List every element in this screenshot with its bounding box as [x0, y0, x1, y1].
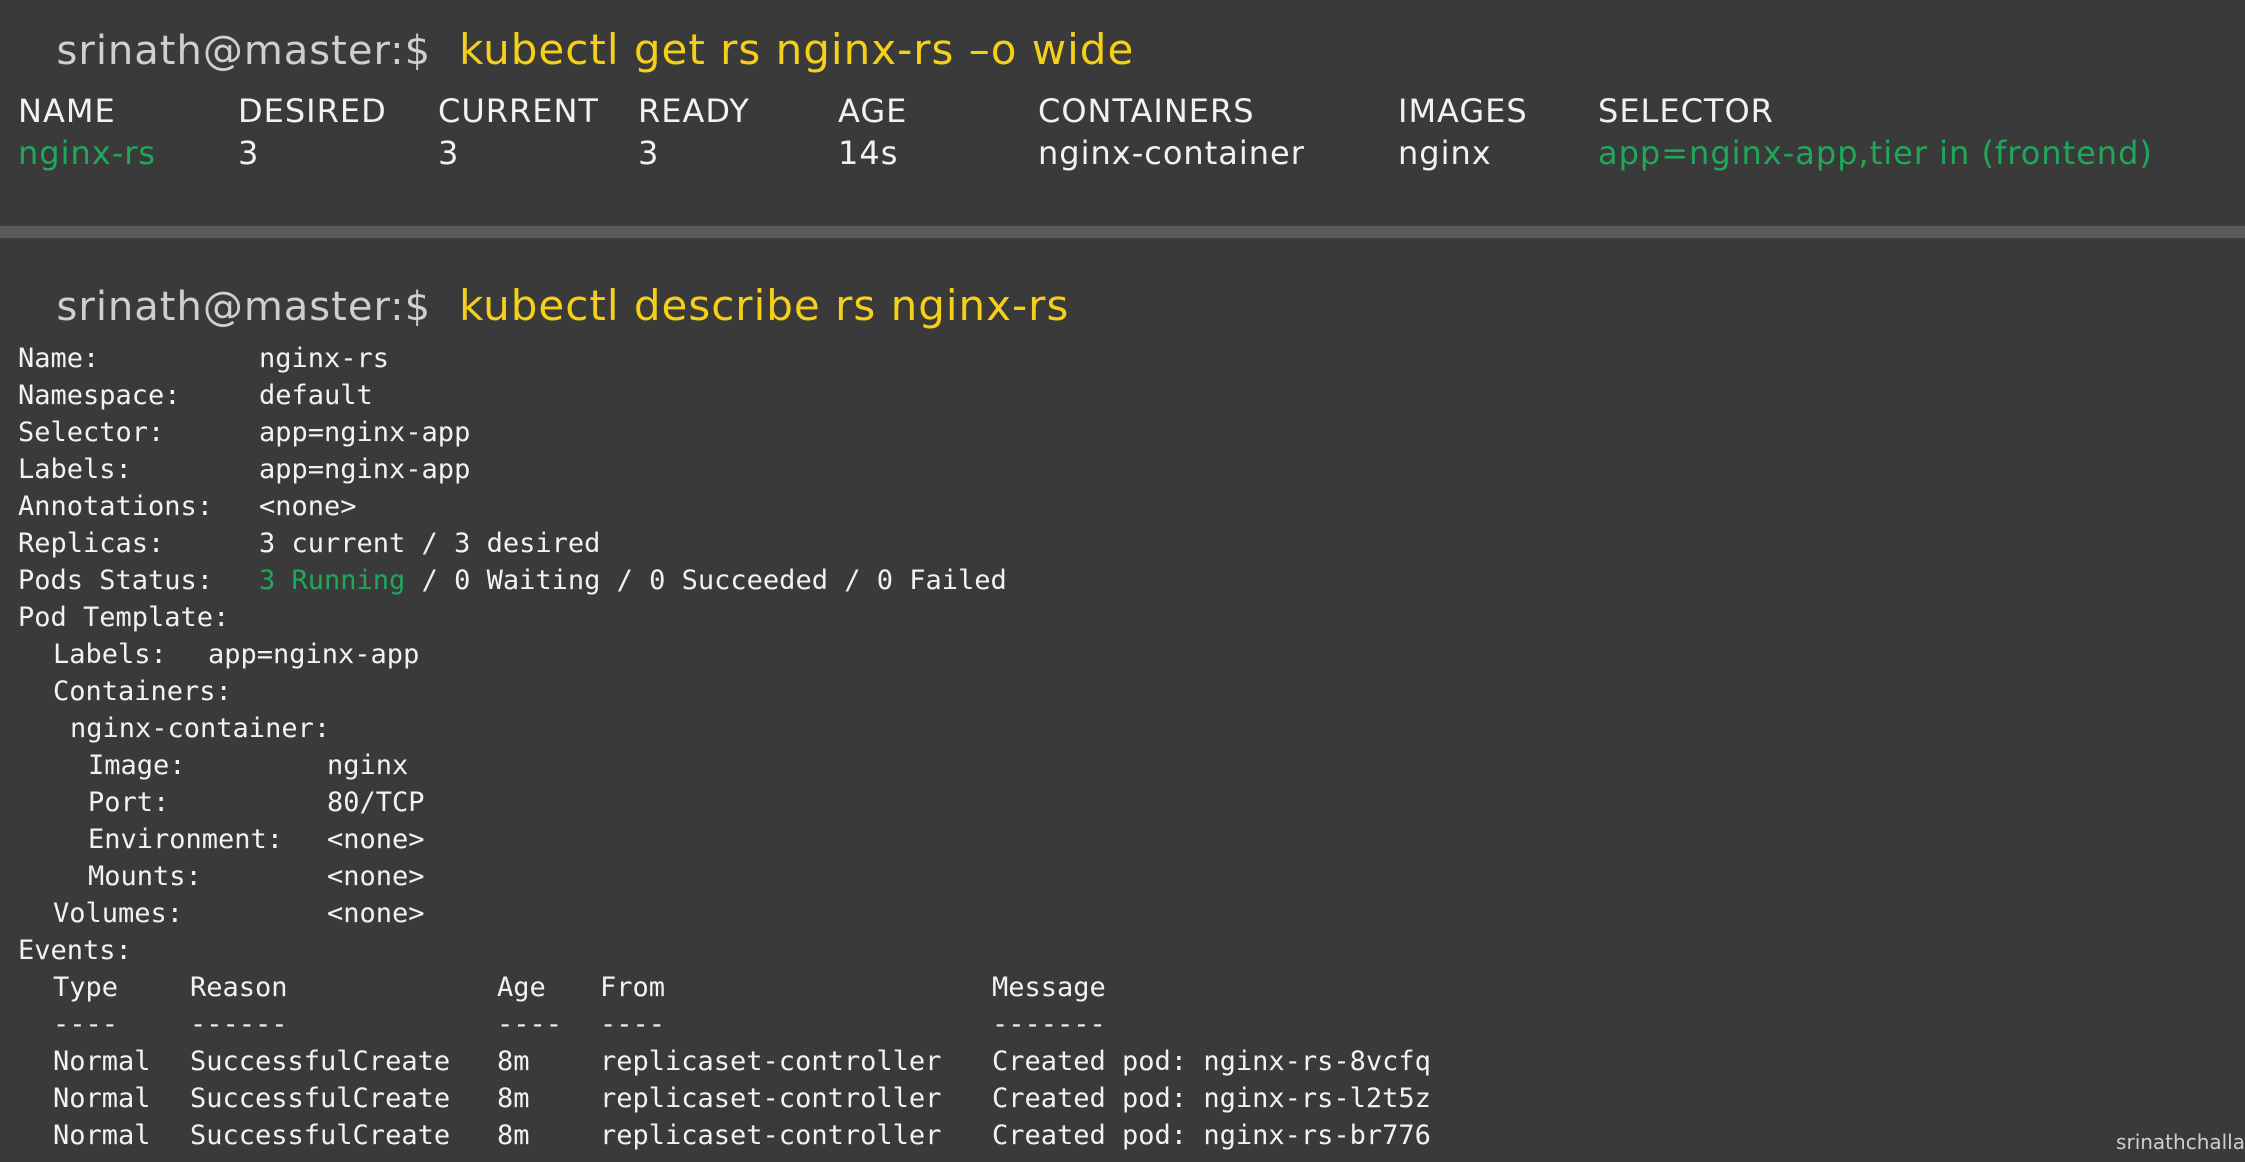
field-replicas-value: 3 current / 3 desired — [259, 528, 601, 559]
events-dash-from: ---- — [600, 1009, 666, 1040]
get-command: kubectl get rs nginx-rs –o wide — [459, 25, 1135, 74]
event-row-1-message: Created pod: nginx-rs-8vcfq — [992, 1046, 1431, 1077]
events-header-age: Age — [497, 972, 546, 1003]
events-dash-type: ---- — [53, 1009, 119, 1040]
describe-rs-panel: srinath@master:$ kubectl describe rs ngin… — [0, 238, 2245, 1162]
field-labels-value: app=nginx-app — [259, 454, 471, 485]
event-row-1-type: Normal — [53, 1046, 151, 1077]
field-selector-value: app=nginx-app — [259, 417, 471, 448]
event-row-3-reason: SuccessfulCreate — [190, 1120, 451, 1151]
field-namespace-value: default — [259, 380, 373, 411]
event-row-1-age: 8m — [497, 1046, 530, 1077]
event-row-1-reason: SuccessfulCreate — [190, 1046, 451, 1077]
describe-command: kubectl describe rs nginx-rs — [459, 281, 1070, 330]
col-header-ready: READY — [638, 92, 750, 130]
template-volumes-key: Volumes: — [53, 898, 184, 929]
field-pod-template-key: Pod Template: — [18, 602, 230, 633]
field-name-key: Name: — [18, 343, 100, 374]
events-dash-message: ------- — [992, 1009, 1106, 1040]
container-mounts-key: Mounts: — [88, 861, 202, 892]
rs-images: nginx — [1398, 134, 1492, 172]
rs-desired: 3 — [238, 134, 260, 172]
container-port-key: Port: — [88, 787, 170, 818]
event-row-3-type: Normal — [53, 1120, 151, 1151]
col-header-desired: DESIRED — [238, 92, 387, 130]
field-namespace-key: Namespace: — [18, 380, 181, 411]
events-dash-age: ---- — [497, 1009, 563, 1040]
event-row-3-message: Created pod: nginx-rs-br776 — [992, 1120, 1431, 1151]
event-row-2-message: Created pod: nginx-rs-l2t5z — [992, 1083, 1431, 1114]
pods-other-status: / 0 Waiting / 0 Succeeded / 0 Failed — [405, 565, 1007, 596]
rs-selector: app=nginx-app,tier in (frontend) — [1598, 134, 2153, 172]
template-labels-key: Labels: — [53, 639, 167, 670]
container-port-value: 80/TCP — [327, 787, 425, 818]
events-key: Events: — [18, 935, 132, 966]
get-rs-panel: srinath@master:$ kubectl get rs nginx-rs … — [0, 0, 2245, 226]
event-row-2-age: 8m — [497, 1083, 530, 1114]
rs-name: nginx-rs — [18, 134, 157, 172]
rs-current: 3 — [438, 134, 460, 172]
container-image-value: nginx — [327, 750, 409, 781]
events-header-from: From — [600, 972, 666, 1003]
rs-containers: nginx-container — [1038, 134, 1305, 172]
panel-divider — [0, 226, 2245, 238]
watermark: srinathchalla — [2116, 1130, 2245, 1154]
field-selector-key: Selector: — [18, 417, 165, 448]
container-environment-key: Environment: — [88, 824, 284, 855]
container-mounts-value: <none> — [327, 861, 425, 892]
events-dash-reason: ------ — [190, 1009, 288, 1040]
template-containers-key: Containers: — [53, 676, 232, 707]
template-volumes-value: <none> — [327, 898, 425, 929]
describe-command-line: srinath@master:$ kubectl describe rs ngin… — [18, 262, 1069, 349]
col-header-images: IMAGES — [1398, 92, 1528, 130]
col-header-name: NAME — [18, 92, 116, 130]
col-header-selector: SELECTOR — [1598, 92, 1774, 130]
field-annotations-key: Annotations: — [18, 491, 214, 522]
events-header-message: Message — [992, 972, 1106, 1003]
events-header-type: Type — [53, 972, 119, 1003]
event-row-3-age: 8m — [497, 1120, 530, 1151]
container-environment-value: <none> — [327, 824, 425, 855]
col-header-current: CURRENT — [438, 92, 599, 130]
field-pods-status-key: Pods Status: — [18, 565, 214, 596]
field-labels-key: Labels: — [18, 454, 132, 485]
field-annotations-value: <none> — [259, 491, 357, 522]
event-row-3-from: replicaset-controller — [600, 1120, 942, 1151]
event-row-2-from: replicaset-controller — [600, 1083, 942, 1114]
event-row-2-type: Normal — [53, 1083, 151, 1114]
pods-running: 3 Running — [259, 565, 406, 596]
rs-ready: 3 — [638, 134, 660, 172]
field-pods-status-value: 3 Running / 0 Waiting / 0 Succeeded / 0 … — [259, 565, 1007, 596]
event-row-1-from: replicaset-controller — [600, 1046, 942, 1077]
get-command-line: srinath@master:$ kubectl get rs nginx-rs … — [18, 6, 1134, 93]
field-name-value: nginx-rs — [259, 343, 390, 374]
template-labels-value: app=nginx-app — [208, 639, 420, 670]
container-name: nginx-container: — [70, 713, 331, 744]
event-row-2-reason: SuccessfulCreate — [190, 1083, 451, 1114]
events-header-reason: Reason — [190, 972, 288, 1003]
shell-prompt: srinath@master:$ — [56, 28, 432, 74]
field-replicas-key: Replicas: — [18, 528, 165, 559]
container-image-key: Image: — [88, 750, 186, 781]
shell-prompt: srinath@master:$ — [56, 284, 432, 330]
col-header-containers: CONTAINERS — [1038, 92, 1255, 130]
col-header-age: AGE — [838, 92, 908, 130]
rs-age: 14s — [838, 134, 899, 172]
